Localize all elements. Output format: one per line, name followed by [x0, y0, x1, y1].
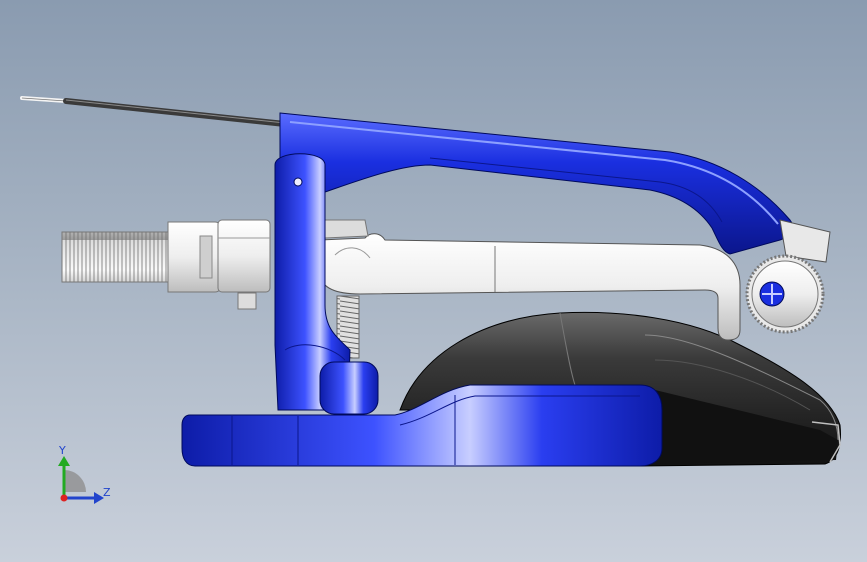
axis-triad: Y Z [58, 444, 111, 504]
cutter-wheel[interactable] [745, 254, 825, 334]
z-axis-label: Z [103, 486, 111, 499]
cable[interactable] [20, 96, 288, 127]
threaded-rod[interactable] [61, 219, 271, 310]
origin-marker [60, 494, 68, 502]
cad-viewport[interactable]: Y Z [0, 0, 867, 562]
triad-backdrop [64, 470, 86, 492]
pivot-pin[interactable] [293, 177, 303, 187]
y-axis-label: Y [58, 444, 66, 457]
cad-model-view[interactable]: Y Z [0, 0, 867, 562]
